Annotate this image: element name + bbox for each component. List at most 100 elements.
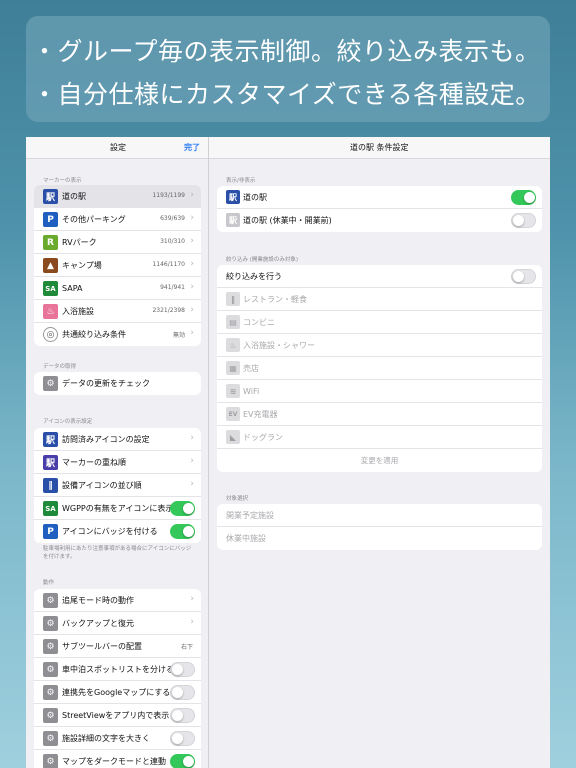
wgpp-toggle[interactable] bbox=[170, 501, 195, 516]
marker-row-rv-park[interactable]: R RVパーク 310/310 › bbox=[34, 231, 201, 254]
marker-row-common-filter[interactable]: ◎ 共通絞り込み条件 無効 › bbox=[34, 323, 201, 346]
dark-mode-row: ⚙ マップをダークモードと連動 bbox=[34, 750, 201, 768]
row-label: 開業予定施設 bbox=[226, 510, 274, 520]
marker-row-michi-no-eki[interactable]: 駅 道の駅 1193/1199 › bbox=[34, 185, 201, 208]
chevron-right-icon: › bbox=[190, 190, 194, 200]
banner-line-2: ・自分仕様にカスタマイズできる各種設定。 bbox=[32, 80, 541, 109]
gear-icon: ⚙ bbox=[43, 708, 58, 723]
row-label: アイコンにバッジを付ける bbox=[62, 527, 158, 536]
badge-toggle-row: P アイコンにバッジを付ける bbox=[34, 520, 201, 543]
marker-row-sapa[interactable]: SA SAPA 941/941 › bbox=[34, 277, 201, 300]
filter-convenience-row[interactable]: ▤ コンビニ bbox=[217, 311, 542, 334]
apply-changes-button[interactable]: 変更を適用 bbox=[217, 449, 542, 472]
chevron-right-icon: › bbox=[190, 328, 194, 338]
chevron-right-icon: › bbox=[190, 433, 194, 443]
done-button[interactable]: 完了 bbox=[184, 142, 200, 153]
chevron-right-icon: › bbox=[190, 213, 194, 223]
tracking-mode-row[interactable]: ⚙ 追尾モード時の動作 › bbox=[34, 589, 201, 612]
large-text-row: ⚙ 施設詳細の文字を大きく bbox=[34, 727, 201, 750]
row-label: バックアップと復元 bbox=[62, 618, 134, 628]
data-list: ⚙ データの更新をチェック bbox=[34, 372, 201, 395]
condition-pane: 表示/非表示 駅 道の駅 駅 道の駅 (休業中・開業前) 絞り込み (開業施設の… bbox=[209, 159, 550, 768]
marker-count: 941/941 bbox=[160, 284, 185, 291]
filter-bath-row[interactable]: ♨ 入浴施設・シャワー bbox=[217, 334, 542, 357]
row-label: コンビニ bbox=[243, 317, 275, 327]
marker-order-icon: 駅 bbox=[43, 455, 58, 470]
shop-icon: ▦ bbox=[226, 361, 240, 375]
filter-enable-toggle[interactable] bbox=[511, 269, 536, 284]
bath-icon: ♨ bbox=[43, 304, 58, 319]
row-label: 訪問済みアイコンの設定 bbox=[62, 434, 150, 444]
row-label: 施設詳細の文字を大きく bbox=[62, 733, 150, 743]
michi-no-eki-icon: 駅 bbox=[43, 189, 58, 204]
gear-icon: ⚙ bbox=[43, 685, 58, 700]
michi-no-eki-toggle[interactable] bbox=[511, 190, 536, 205]
chevron-right-icon: › bbox=[190, 456, 194, 466]
facility-order-row[interactable]: ‖ 設備アイコンの並び順 › bbox=[34, 474, 201, 497]
dark-mode-toggle[interactable] bbox=[170, 754, 195, 768]
row-label: マップをダークモードと連動 bbox=[62, 757, 166, 766]
bath-shower-icon: ♨ bbox=[226, 338, 240, 352]
action-section-header: 動作 bbox=[43, 580, 55, 586]
restaurant-icon: ‖ bbox=[226, 292, 240, 306]
split-spot-list-toggle[interactable] bbox=[170, 662, 195, 677]
badge-toggle[interactable] bbox=[170, 524, 195, 539]
marker-list: 駅 道の駅 1193/1199 › P その他パーキング 639/639 › R… bbox=[34, 185, 201, 346]
large-text-toggle[interactable] bbox=[170, 731, 195, 746]
filter-enable-row: 絞り込みを行う bbox=[217, 265, 542, 288]
action-list: ⚙ 追尾モード時の動作 › ⚙ バックアップと復元 › ⚙ サブツールバーの配置… bbox=[34, 589, 201, 768]
gear-icon: ⚙ bbox=[43, 754, 58, 768]
visited-icon: 駅 bbox=[43, 432, 58, 447]
row-label: 設備アイコンの並び順 bbox=[62, 480, 142, 490]
icon-section-header: アイコンの表示設定 bbox=[43, 419, 93, 425]
filter-wifi-row[interactable]: ≋ WiFi bbox=[217, 380, 542, 403]
filter-ev-row[interactable]: EV EV充電器 bbox=[217, 403, 542, 426]
display-section-header: 表示/非表示 bbox=[226, 178, 256, 184]
display-michi-no-eki-row: 駅 道の駅 bbox=[217, 186, 542, 209]
filter-dogrun-row[interactable]: ◣ ドッグラン bbox=[217, 426, 542, 449]
marker-row-bath[interactable]: ♨ 入浴施設 2321/2398 › bbox=[34, 300, 201, 323]
icon-settings-list: 駅 訪問済みアイコンの設定 › 駅 マーカーの重ね順 › ‖ 設備アイコンの並び… bbox=[34, 428, 201, 543]
settings-title: 設定 bbox=[110, 143, 126, 152]
backup-restore-row[interactable]: ⚙ バックアップと復元 › bbox=[34, 612, 201, 635]
target-upcoming-row[interactable]: 開業予定施設 bbox=[217, 504, 542, 527]
marker-label: 道の駅 bbox=[62, 191, 86, 201]
check-update-row[interactable]: ⚙ データの更新をチェック bbox=[34, 372, 201, 395]
chevron-right-icon: › bbox=[190, 259, 194, 269]
visited-icon-setting-row[interactable]: 駅 訪問済みアイコンの設定 › bbox=[34, 428, 201, 451]
row-label: サブツールバーの配置 bbox=[62, 641, 142, 651]
condition-settings-title: 道の駅 条件設定 bbox=[350, 143, 409, 152]
filter-shop-row[interactable]: ▦ 売店 bbox=[217, 357, 542, 380]
subtoolbar-position-value: 右下 bbox=[180, 644, 193, 651]
campground-icon: ▲ bbox=[43, 258, 58, 273]
common-filter-icon: ◎ bbox=[43, 327, 58, 342]
badge-note: 駐車場利用にあたり注意事項がある場合にアイコンにバッジを付けます。 bbox=[43, 546, 192, 560]
wgpp-icon: SA bbox=[43, 501, 58, 516]
row-label: 休業中施設 bbox=[226, 534, 266, 543]
marker-count: 639/639 bbox=[160, 215, 185, 222]
marker-label: 共通絞り込み条件 bbox=[62, 330, 126, 339]
marker-row-parking[interactable]: P その他パーキング 639/639 › bbox=[34, 208, 201, 231]
row-label: 道の駅 bbox=[243, 192, 267, 202]
marker-label: その他パーキング bbox=[62, 214, 126, 224]
marker-label: RVパーク bbox=[62, 237, 97, 247]
dog-run-icon: ◣ bbox=[226, 430, 240, 444]
subtoolbar-position-row[interactable]: ⚙ サブツールバーの配置 右下 bbox=[34, 635, 201, 658]
row-label: データの更新をチェック bbox=[62, 379, 150, 388]
row-label: 道の駅 (休業中・開業前) bbox=[243, 216, 332, 225]
google-maps-row: ⚙ 連携先をGoogleマップにする bbox=[34, 681, 201, 704]
gear-icon: ⚙ bbox=[43, 639, 58, 654]
google-maps-toggle[interactable] bbox=[170, 685, 195, 700]
parking-icon: P bbox=[43, 212, 58, 227]
streetview-toggle[interactable] bbox=[170, 708, 195, 723]
marker-row-campground[interactable]: ▲ キャンプ場 1146/1170 › bbox=[34, 254, 201, 277]
target-closed-row[interactable]: 休業中施設 bbox=[217, 527, 542, 550]
marker-label: キャンプ場 bbox=[62, 260, 102, 270]
closed-toggle[interactable] bbox=[511, 213, 536, 228]
navigation-bar: 設定 完了 道の駅 条件設定 bbox=[26, 137, 550, 159]
display-closed-row: 駅 道の駅 (休業中・開業前) bbox=[217, 209, 542, 232]
marker-order-row[interactable]: 駅 マーカーの重ね順 › bbox=[34, 451, 201, 474]
badge-icon: P bbox=[43, 524, 58, 539]
streetview-row: ⚙ StreetViewをアプリ内で表示 bbox=[34, 704, 201, 727]
filter-restaurant-row[interactable]: ‖ レストラン・軽食 bbox=[217, 288, 542, 311]
